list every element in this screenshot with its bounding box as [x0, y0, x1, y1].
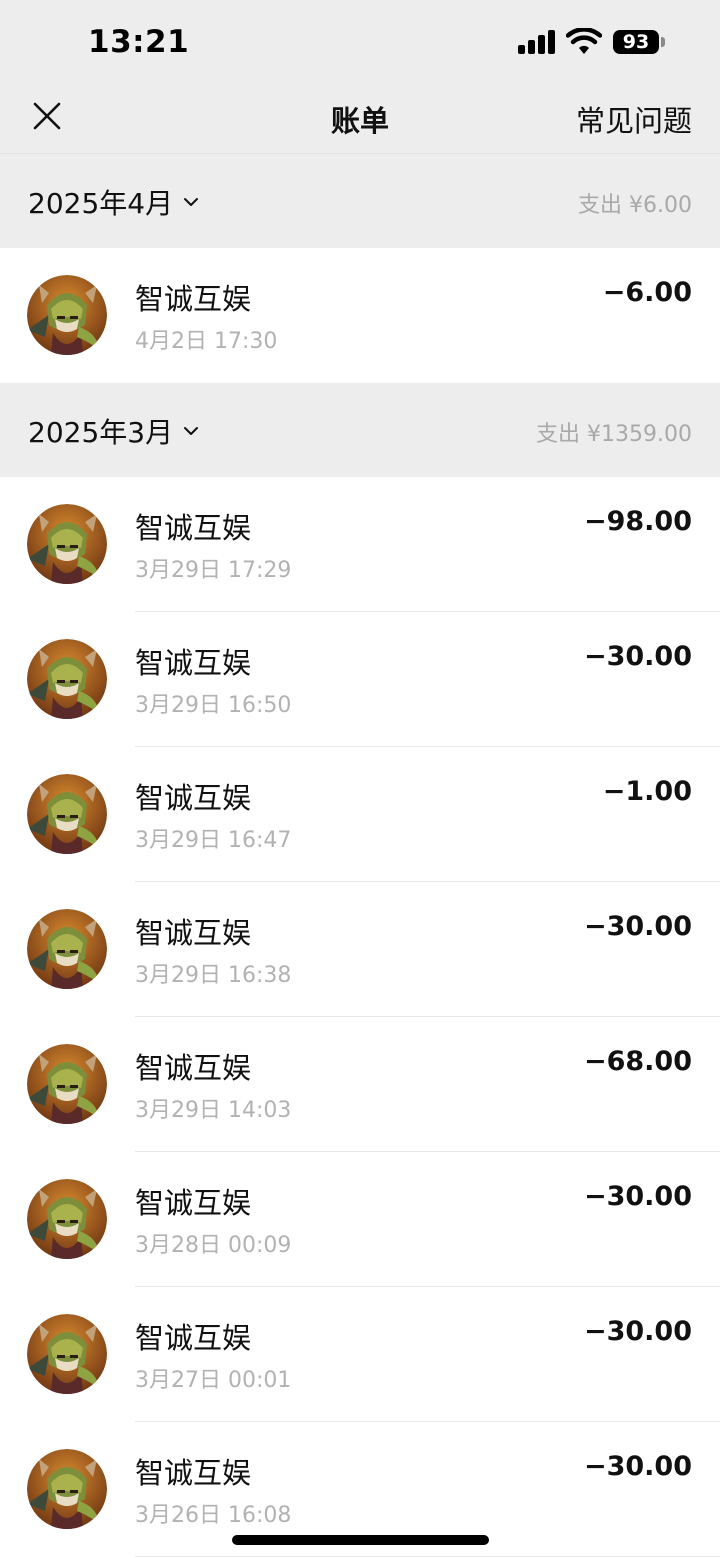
- merchant-avatar: [27, 1314, 107, 1394]
- transaction-amount: −98.00: [583, 506, 692, 537]
- battery-tip: [661, 37, 665, 47]
- merchant-avatar: [27, 774, 107, 854]
- transaction-time: 3月29日 17:29: [135, 558, 292, 583]
- transaction-time: 3月29日 16:47: [135, 828, 292, 853]
- merchant-name: 智诚互娱: [135, 916, 252, 950]
- transaction-row[interactable]: 智诚互娱 3月28日 00:09 −30.00: [0, 1152, 720, 1287]
- transaction-time: 3月27日 00:01: [135, 1368, 292, 1393]
- wifi-icon: [566, 28, 602, 54]
- transaction-amount: −1.00: [602, 776, 692, 807]
- transaction-row[interactable]: 智诚互娱 4月2日 17:30 −6.00: [0, 248, 720, 383]
- transaction-amount: −30.00: [583, 1316, 692, 1347]
- chevron-down-icon: [184, 198, 199, 206]
- home-indicator: [232, 1535, 489, 1545]
- transaction-amount: −30.00: [583, 1181, 692, 1212]
- transaction-time: 3月29日 14:03: [135, 1098, 292, 1123]
- transaction-row[interactable]: 智诚互娱 3月29日 16:47 −1.00: [0, 747, 720, 882]
- merchant-avatar: [27, 909, 107, 989]
- month-expense-summary: 支出 ¥1359.00: [536, 422, 692, 447]
- row-divider: [135, 1556, 720, 1557]
- faq-link[interactable]: 常见问题: [576, 98, 692, 140]
- month-expense-summary: 支出 ¥6.00: [578, 193, 692, 218]
- transaction-time: 3月28日 00:09: [135, 1233, 292, 1258]
- transaction-amount: −30.00: [583, 641, 692, 672]
- merchant-avatar: [27, 1179, 107, 1259]
- merchant-avatar: [27, 1044, 107, 1124]
- merchant-name: 智诚互娱: [135, 511, 252, 545]
- merchant-name: 智诚互娱: [135, 1456, 252, 1490]
- merchant-name: 智诚互娱: [135, 282, 252, 316]
- transaction-amount: −68.00: [583, 1046, 692, 1077]
- transaction-time: 3月26日 16:08: [135, 1503, 292, 1528]
- transaction-amount: −6.00: [602, 277, 692, 308]
- nav-bar: 账单 常见问题: [0, 84, 720, 154]
- transaction-row[interactable]: 智诚互娱 3月29日 17:29 −98.00: [0, 477, 720, 612]
- month-label-text: 2025年3月: [28, 416, 174, 449]
- transaction-time: 3月29日 16:38: [135, 963, 292, 988]
- transaction-time: 4月2日 17:30: [135, 329, 278, 354]
- status-time: 13:21: [88, 24, 190, 60]
- transaction-amount: −30.00: [583, 1451, 692, 1482]
- merchant-avatar: [27, 1449, 107, 1529]
- merchant-name: 智诚互娱: [135, 1186, 252, 1220]
- merchant-avatar: [27, 639, 107, 719]
- merchant-avatar: [27, 275, 107, 355]
- merchant-name: 智诚互娱: [135, 1321, 252, 1355]
- merchant-name: 智诚互娱: [135, 781, 252, 815]
- merchant-avatar: [27, 504, 107, 584]
- merchant-name: 智诚互娱: [135, 646, 252, 680]
- bill-screen: 13:21 93 账单 常见问题 2025年4月 支出 ¥6.00 智诚互娱 4…: [0, 0, 720, 1558]
- chevron-down-icon: [184, 427, 199, 435]
- month-selector[interactable]: 2025年3月: [28, 411, 199, 451]
- transaction-row[interactable]: 智诚互娱 3月29日 16:50 −30.00: [0, 612, 720, 747]
- month-label-text: 2025年4月: [28, 187, 174, 220]
- month-selector[interactable]: 2025年4月: [28, 182, 199, 222]
- month-header: 2025年4月 支出 ¥6.00: [0, 154, 720, 248]
- transaction-time: 3月29日 16:50: [135, 693, 292, 718]
- month-header: 2025年3月 支出 ¥1359.00: [0, 383, 720, 477]
- battery-icon: 93: [613, 30, 659, 54]
- merchant-name: 智诚互娱: [135, 1051, 252, 1085]
- transaction-amount: −30.00: [583, 911, 692, 942]
- transaction-row[interactable]: 智诚互娱 3月27日 00:01 −30.00: [0, 1287, 720, 1422]
- transaction-row[interactable]: 智诚互娱 3月29日 16:38 −30.00: [0, 882, 720, 1017]
- cellular-signal-icon: [518, 30, 556, 54]
- status-bar: 13:21 93: [0, 0, 720, 84]
- transaction-row[interactable]: 智诚互娱 3月29日 14:03 −68.00: [0, 1017, 720, 1152]
